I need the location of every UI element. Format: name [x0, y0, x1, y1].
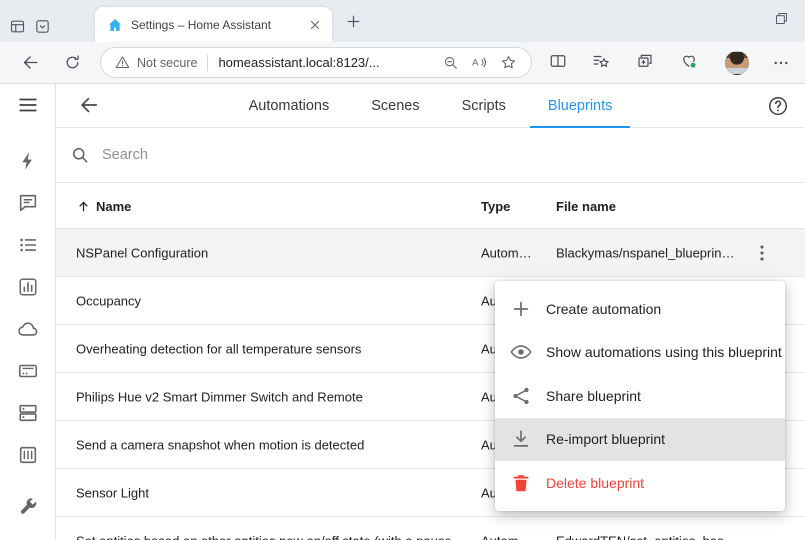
table-header: Name Type File name — [56, 183, 805, 229]
menu-item-share-blueprint[interactable]: Share blueprint — [495, 374, 785, 418]
favorite-star-icon[interactable] — [500, 54, 517, 71]
browser-back-icon[interactable] — [21, 53, 40, 72]
workspaces-icon[interactable] — [9, 18, 26, 35]
home-assistant-logo-icon — [107, 17, 123, 33]
search-bar — [56, 128, 805, 183]
row-type: Autom… — [481, 533, 543, 540]
row-type: Autom… — [481, 245, 543, 260]
tab-strip: Settings – Home Assistant — [0, 0, 805, 42]
plus-icon — [510, 298, 532, 320]
browser-essentials-icon[interactable] — [680, 52, 698, 70]
favorites-icon[interactable] — [592, 52, 610, 70]
tab-title: Settings – Home Assistant — [131, 18, 306, 32]
security-chip[interactable]: Not secure — [115, 55, 197, 70]
tab-scripts[interactable]: Scripts — [444, 84, 524, 128]
sidebar-todo-list-icon[interactable] — [17, 234, 39, 256]
url-text[interactable]: homeassistant.local:8123/... — [218, 55, 431, 70]
tab-actions-icon[interactable] — [34, 18, 51, 35]
split-screen-icon[interactable] — [549, 52, 567, 70]
sidebar-nas-icon-3[interactable] — [17, 444, 39, 466]
zoom-out-icon[interactable] — [443, 55, 459, 71]
menu-item-label: Share blueprint — [546, 388, 641, 404]
table-row[interactable]: Set entities based on other entities new… — [56, 517, 805, 540]
row-name: NSPanel Configuration — [76, 245, 208, 260]
search-icon — [70, 145, 90, 165]
column-header-name[interactable]: Name — [76, 183, 131, 229]
menu-item-show-automations[interactable]: Show automations using this blueprint — [495, 331, 785, 375]
column-header-type[interactable]: Type — [481, 183, 510, 229]
app-header: Automations Scenes Scripts Blueprints — [56, 84, 805, 128]
menu-item-create-automation[interactable]: Create automation — [495, 287, 785, 331]
menu-item-label: Show automations using this blueprint — [546, 344, 782, 360]
tab-automations[interactable]: Automations — [231, 84, 348, 128]
sidebar-developer-tools-icon[interactable] — [17, 496, 39, 518]
collections-icon[interactable] — [636, 52, 654, 70]
security-label: Not secure — [137, 56, 197, 70]
profile-avatar[interactable] — [725, 51, 749, 75]
trash-icon — [510, 472, 532, 494]
browser-menu-icon[interactable] — [772, 54, 790, 72]
menu-hamburger-icon[interactable] — [17, 94, 39, 116]
sidebar-cloud-icon[interactable] — [17, 318, 39, 340]
share-icon — [510, 385, 532, 407]
sidebar-analytics-icon[interactable] — [17, 276, 39, 298]
browser-toolbar: Not secure homeassistant.local:8123/... … — [0, 42, 805, 84]
row-name: Occupancy — [76, 293, 141, 308]
menu-item-label: Re-import blueprint — [546, 431, 665, 447]
row-file: Blackymas/nspanel_blueprin… — [556, 245, 752, 260]
nav-tabs: Automations Scenes Scripts Blueprints — [231, 84, 631, 128]
address-bar[interactable]: Not secure homeassistant.local:8123/... … — [100, 47, 532, 78]
tab-scenes[interactable]: Scenes — [353, 84, 437, 128]
not-secure-warning-icon — [115, 55, 130, 70]
browser-window: Settings – Home Assistant Not secure — [0, 0, 805, 540]
tab-blueprints[interactable]: Blueprints — [530, 84, 630, 128]
column-header-file[interactable]: File name — [556, 183, 616, 229]
row-file: EdwardTEN/set_entities_bas… — [556, 533, 752, 540]
sidebar-energy-icon[interactable] — [17, 150, 39, 172]
svg-text:A: A — [472, 58, 479, 68]
new-tab-button[interactable] — [345, 13, 362, 30]
row-name: Send a camera snapshot when motion is de… — [76, 437, 364, 452]
row-name: Philips Hue v2 Smart Dimmer Switch and R… — [76, 389, 363, 404]
menu-item-label: Delete blueprint — [546, 475, 644, 491]
read-aloud-icon[interactable]: A — [471, 54, 488, 71]
window-restore-icon[interactable] — [774, 11, 789, 26]
sidebar-nas-icon-1[interactable] — [17, 360, 39, 382]
table-row[interactable]: NSPanel Configuration Autom… Blackymas/n… — [56, 229, 805, 277]
menu-item-delete-blueprint[interactable]: Delete blueprint — [495, 461, 785, 505]
browser-refresh-icon[interactable] — [64, 54, 81, 71]
sort-ascending-icon — [76, 199, 91, 214]
sidebar-nas-icon-2[interactable] — [17, 402, 39, 424]
sidebar — [0, 84, 56, 540]
download-icon — [510, 428, 532, 450]
search-input[interactable] — [100, 146, 805, 164]
row-name: Sensor Light — [76, 485, 149, 500]
row-context-menu: Create automation Show automations using… — [495, 281, 785, 511]
address-divider — [207, 55, 208, 71]
browser-tab[interactable]: Settings – Home Assistant — [95, 7, 332, 42]
help-icon[interactable] — [767, 95, 789, 117]
tab-close-icon[interactable] — [306, 16, 324, 34]
eye-icon — [510, 341, 532, 363]
menu-item-reimport-blueprint[interactable]: Re-import blueprint — [495, 418, 785, 462]
row-overflow-menu-icon[interactable] — [749, 240, 775, 266]
ha-back-arrow-icon[interactable] — [78, 94, 100, 116]
sidebar-assist-icon[interactable] — [17, 192, 39, 214]
row-name: Overheating detection for all temperatur… — [76, 341, 361, 356]
menu-item-label: Create automation — [546, 301, 661, 317]
row-name: Set entities based on other entities new… — [76, 533, 474, 540]
